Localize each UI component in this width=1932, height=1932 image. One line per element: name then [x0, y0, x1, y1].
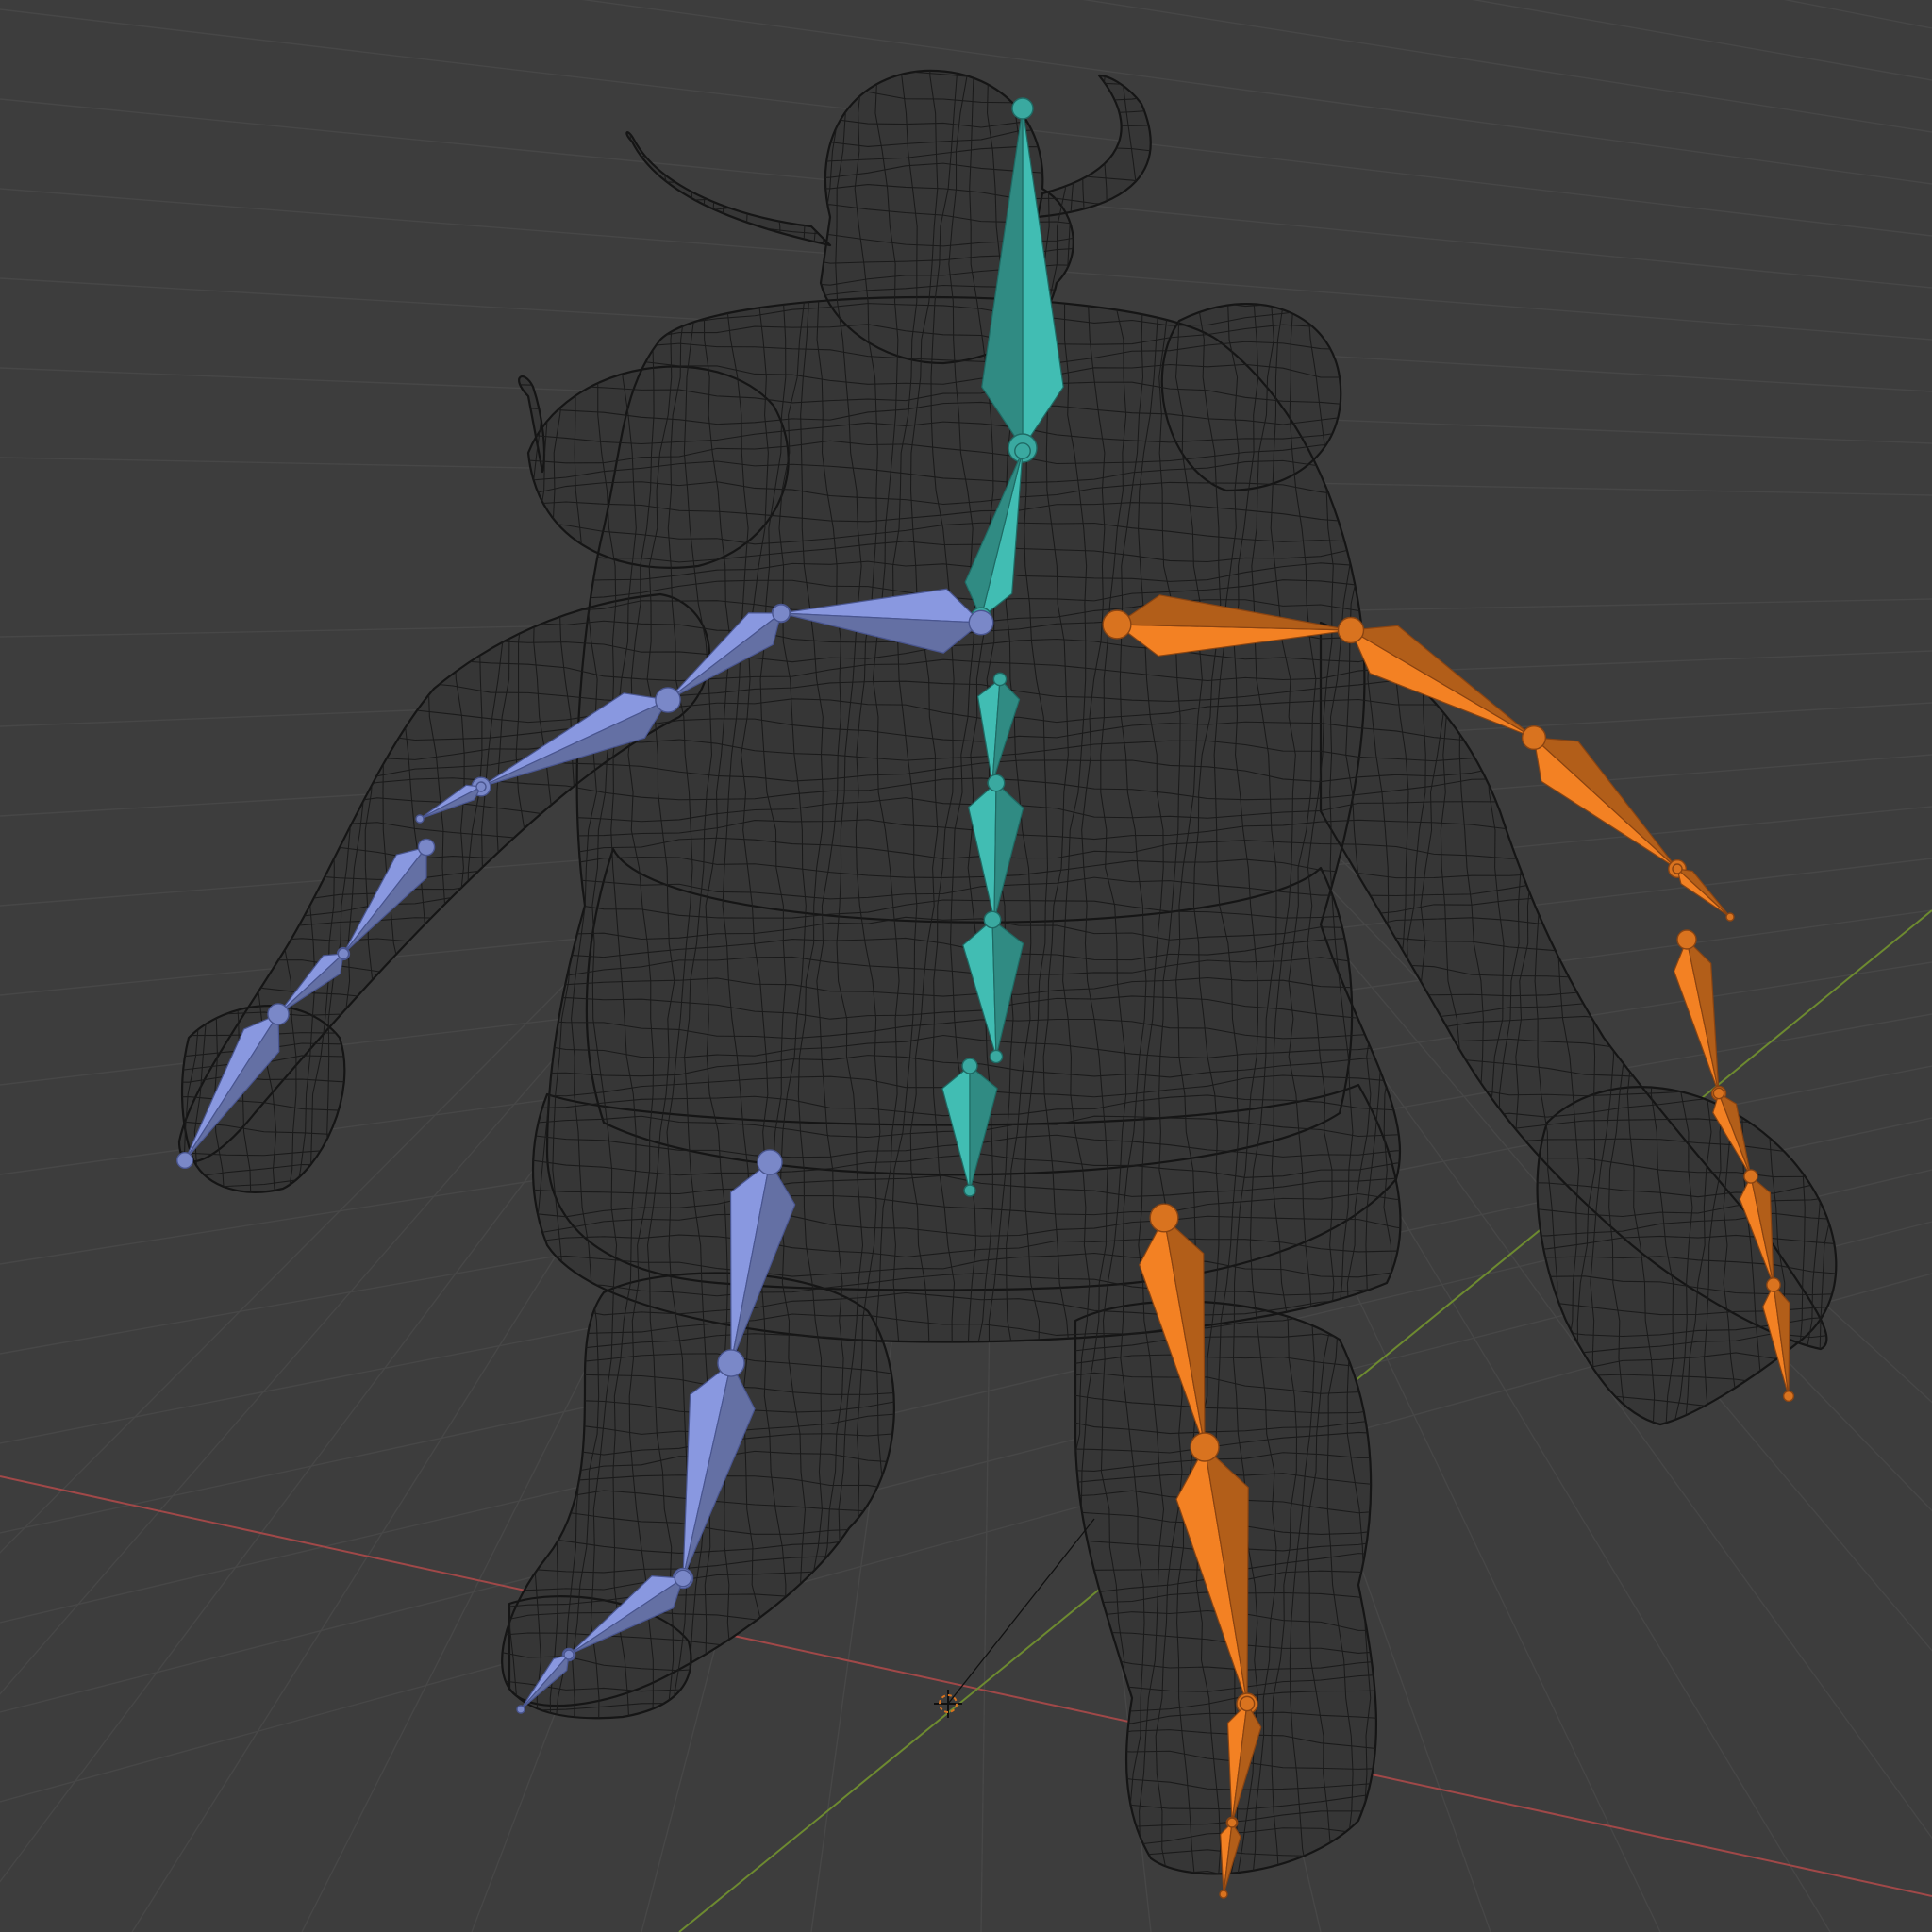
- bone-head-joint[interactable]: [772, 604, 791, 623]
- wire-edge: [0, 1888, 1924, 1911]
- wire-edge: [179, 1729, 1837, 1753]
- bone-tail-joint[interactable]: [989, 1049, 1004, 1064]
- bone-head-joint[interactable]: [1102, 609, 1132, 640]
- mesh-hand-right: [1537, 1087, 1837, 1424]
- bone-head-joint[interactable]: [1337, 616, 1365, 644]
- wire-edge: [0, 1907, 1924, 1930]
- wire-edge: [179, 1628, 1837, 1654]
- 3d-viewport[interactable]: [0, 0, 1932, 1932]
- bone-hand-right[interactable]: [1672, 863, 1735, 922]
- mesh-horn-right: [1038, 75, 1151, 217]
- wire-edge: [179, 1569, 1837, 1594]
- bone-head-joint[interactable]: [1239, 1695, 1256, 1712]
- wire-edge: [119, 0, 145, 1924]
- wire-edge: [179, 1769, 1837, 1791]
- wire-edge: [0, 45, 1924, 67]
- wire-edge: [249, 70, 277, 1874]
- bone-forearm-right[interactable]: [1521, 724, 1687, 878]
- bone-head-joint[interactable]: [1149, 1203, 1179, 1233]
- wire-edge: [179, 1748, 1837, 1773]
- wire-edge: [179, 1708, 1837, 1733]
- bone-tail-joint[interactable]: [1014, 442, 1031, 459]
- wire-edge: [179, 1431, 1837, 1456]
- wire-edge: [458, 70, 486, 1874]
- wire-edge: [475, 70, 504, 1874]
- wire-edge: [1608, 70, 1638, 1874]
- bone-ridge: [1533, 737, 1678, 870]
- wire-edge: [179, 1591, 1837, 1614]
- wire-edge: [192, 70, 222, 1874]
- wire-edge: [179, 1490, 1837, 1516]
- bone-head-joint[interactable]: [1712, 1087, 1725, 1100]
- wire-edge: [138, 0, 163, 1924]
- wire-edge: [179, 1807, 1837, 1833]
- wire-edge: [1382, 70, 1411, 1874]
- bone-head-joint[interactable]: [1766, 1277, 1781, 1292]
- wire-edge: [179, 1549, 1837, 1575]
- grid-line: [1783, 0, 1932, 29]
- x-axis-line: [0, 1475, 1932, 1897]
- bone-head-joint[interactable]: [417, 838, 436, 857]
- bone-tail-joint[interactable]: [1782, 1390, 1795, 1403]
- bone-tail-joint[interactable]: [1725, 912, 1735, 922]
- bone-head-joint[interactable]: [563, 1649, 575, 1660]
- bone-head-joint[interactable]: [1521, 724, 1547, 751]
- world-origin-marker[interactable]: [934, 1518, 1095, 1718]
- wire-edge: [179, 1412, 1837, 1435]
- bone-head-joint[interactable]: [475, 781, 487, 792]
- wire-edge: [179, 1473, 1837, 1495]
- wire-edge: [1816, 70, 1837, 1874]
- bone-tail-joint[interactable]: [1219, 1890, 1228, 1899]
- wire-edge: [1796, 70, 1825, 1874]
- bone-head-joint[interactable]: [992, 672, 1008, 687]
- bone-head-joint[interactable]: [1190, 1432, 1220, 1462]
- bone-tail-joint[interactable]: [176, 1152, 193, 1169]
- wire-edge: [179, 1788, 1837, 1812]
- bone-head-joint[interactable]: [968, 609, 994, 636]
- grid-line: [1472, 0, 1932, 81]
- wire-edge: [1837, 0, 1862, 1924]
- wire-edge: [439, 70, 467, 1874]
- bone-tail-joint[interactable]: [415, 814, 425, 824]
- bone-head-joint[interactable]: [1676, 929, 1697, 950]
- bone-head-joint[interactable]: [674, 1569, 692, 1588]
- wire-edge: [1570, 70, 1599, 1874]
- wire-edge: [1590, 70, 1617, 1874]
- wire-edge: [179, 1609, 1837, 1633]
- wire-edge: [1646, 70, 1675, 1874]
- wire-edge: [179, 1509, 1837, 1535]
- bone-head-joint[interactable]: [1226, 1817, 1238, 1828]
- viewport-canvas[interactable]: [0, 0, 1932, 1932]
- mesh-horn-left: [626, 132, 830, 245]
- wire-edge: [100, 0, 126, 1924]
- bone-head-joint[interactable]: [717, 1349, 745, 1377]
- wire-edge: [82, 0, 108, 1924]
- bone-tail-joint[interactable]: [963, 1184, 976, 1197]
- wire-edge: [179, 1530, 1837, 1555]
- wire-edge: [1740, 70, 1770, 1874]
- bone-tail-joint[interactable]: [516, 1705, 525, 1714]
- wire-edge: [179, 1846, 1837, 1872]
- wire-edge: [1758, 70, 1788, 1874]
- bone-head-joint[interactable]: [267, 1003, 290, 1025]
- bone-head-joint[interactable]: [757, 1149, 783, 1175]
- bone-head-joint[interactable]: [337, 947, 350, 960]
- bone-head-joint[interactable]: [987, 774, 1006, 792]
- bone-finger-right-1[interactable]: [1673, 929, 1727, 1102]
- bone-tail-joint[interactable]: [1011, 97, 1034, 120]
- wire-edge: [214, 70, 242, 1874]
- bone-head-joint[interactable]: [655, 687, 681, 713]
- wire-edge: [233, 70, 260, 1874]
- bone-head-joint[interactable]: [1672, 863, 1683, 874]
- wire-edge: [401, 70, 429, 1874]
- bone-head-joint[interactable]: [1743, 1169, 1758, 1184]
- wire-edge: [179, 1649, 1837, 1672]
- bone-ridge: [1676, 868, 1731, 918]
- wire-edge: [1626, 70, 1656, 1874]
- wire-edge: [1777, 70, 1807, 1874]
- wire-edge: [420, 70, 448, 1874]
- bone-head-joint[interactable]: [961, 1058, 978, 1074]
- bone-head-joint[interactable]: [983, 910, 1002, 929]
- wire-edge: [1722, 70, 1750, 1874]
